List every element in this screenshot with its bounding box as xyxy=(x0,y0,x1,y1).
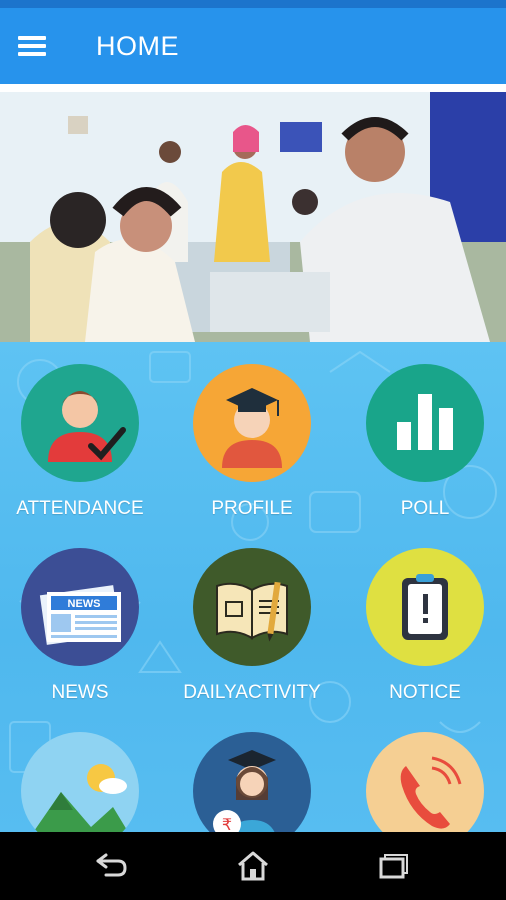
tile-fees[interactable]: ₹ xyxy=(177,732,327,832)
tile-news[interactable]: NEWS NEWS xyxy=(5,548,155,704)
bar-chart-icon xyxy=(366,364,484,482)
tile-gallery[interactable] xyxy=(5,732,155,832)
home-grid: ATTENDANCE PROFILE POLL NEWS NEWS DAILYA… xyxy=(0,342,506,832)
page-title: HOME xyxy=(96,30,179,61)
back-icon xyxy=(96,853,127,877)
student-check-icon xyxy=(21,364,139,482)
book-pencil-icon xyxy=(193,548,311,666)
svg-text:NEWS: NEWS xyxy=(68,598,101,610)
tile-contact[interactable] xyxy=(350,732,500,832)
fees-rupee-graduate-icon: ₹ xyxy=(193,732,311,832)
tile-label: DAILYACTIVITY xyxy=(183,682,321,703)
home-icon xyxy=(238,851,268,881)
svg-text:₹: ₹ xyxy=(222,815,232,832)
status-bar xyxy=(0,0,506,8)
tile-attendance[interactable]: ATTENDANCE xyxy=(5,364,155,520)
tile-label: ATTENDANCE xyxy=(16,498,144,519)
home-button[interactable] xyxy=(213,832,293,900)
recents-icon xyxy=(379,854,408,879)
tile-label: NEWS xyxy=(51,682,109,703)
phone-call-icon xyxy=(366,732,484,832)
tile-label: NOTICE xyxy=(389,682,461,703)
back-button[interactable] xyxy=(71,832,151,900)
tile-dailyactivity[interactable]: DAILYACTIVITY xyxy=(177,548,327,704)
newspaper-icon: NEWS xyxy=(21,548,139,666)
banner-photo xyxy=(0,84,506,342)
landscape-weather-icon xyxy=(21,732,139,832)
recents-button[interactable] xyxy=(355,832,435,900)
menu-button[interactable] xyxy=(2,8,62,84)
tile-notice[interactable]: NOTICE xyxy=(350,548,500,704)
tile-label: PROFILE xyxy=(211,498,293,519)
app-bar: HOME xyxy=(0,8,506,84)
graduate-icon xyxy=(193,364,311,482)
tile-label: POLL xyxy=(400,498,450,519)
hamburger-menu-icon xyxy=(18,36,46,56)
tile-poll[interactable]: POLL xyxy=(350,364,500,520)
system-nav-bar xyxy=(0,832,506,900)
notice-board-icon xyxy=(366,548,484,666)
tile-profile[interactable]: PROFILE xyxy=(177,364,327,520)
